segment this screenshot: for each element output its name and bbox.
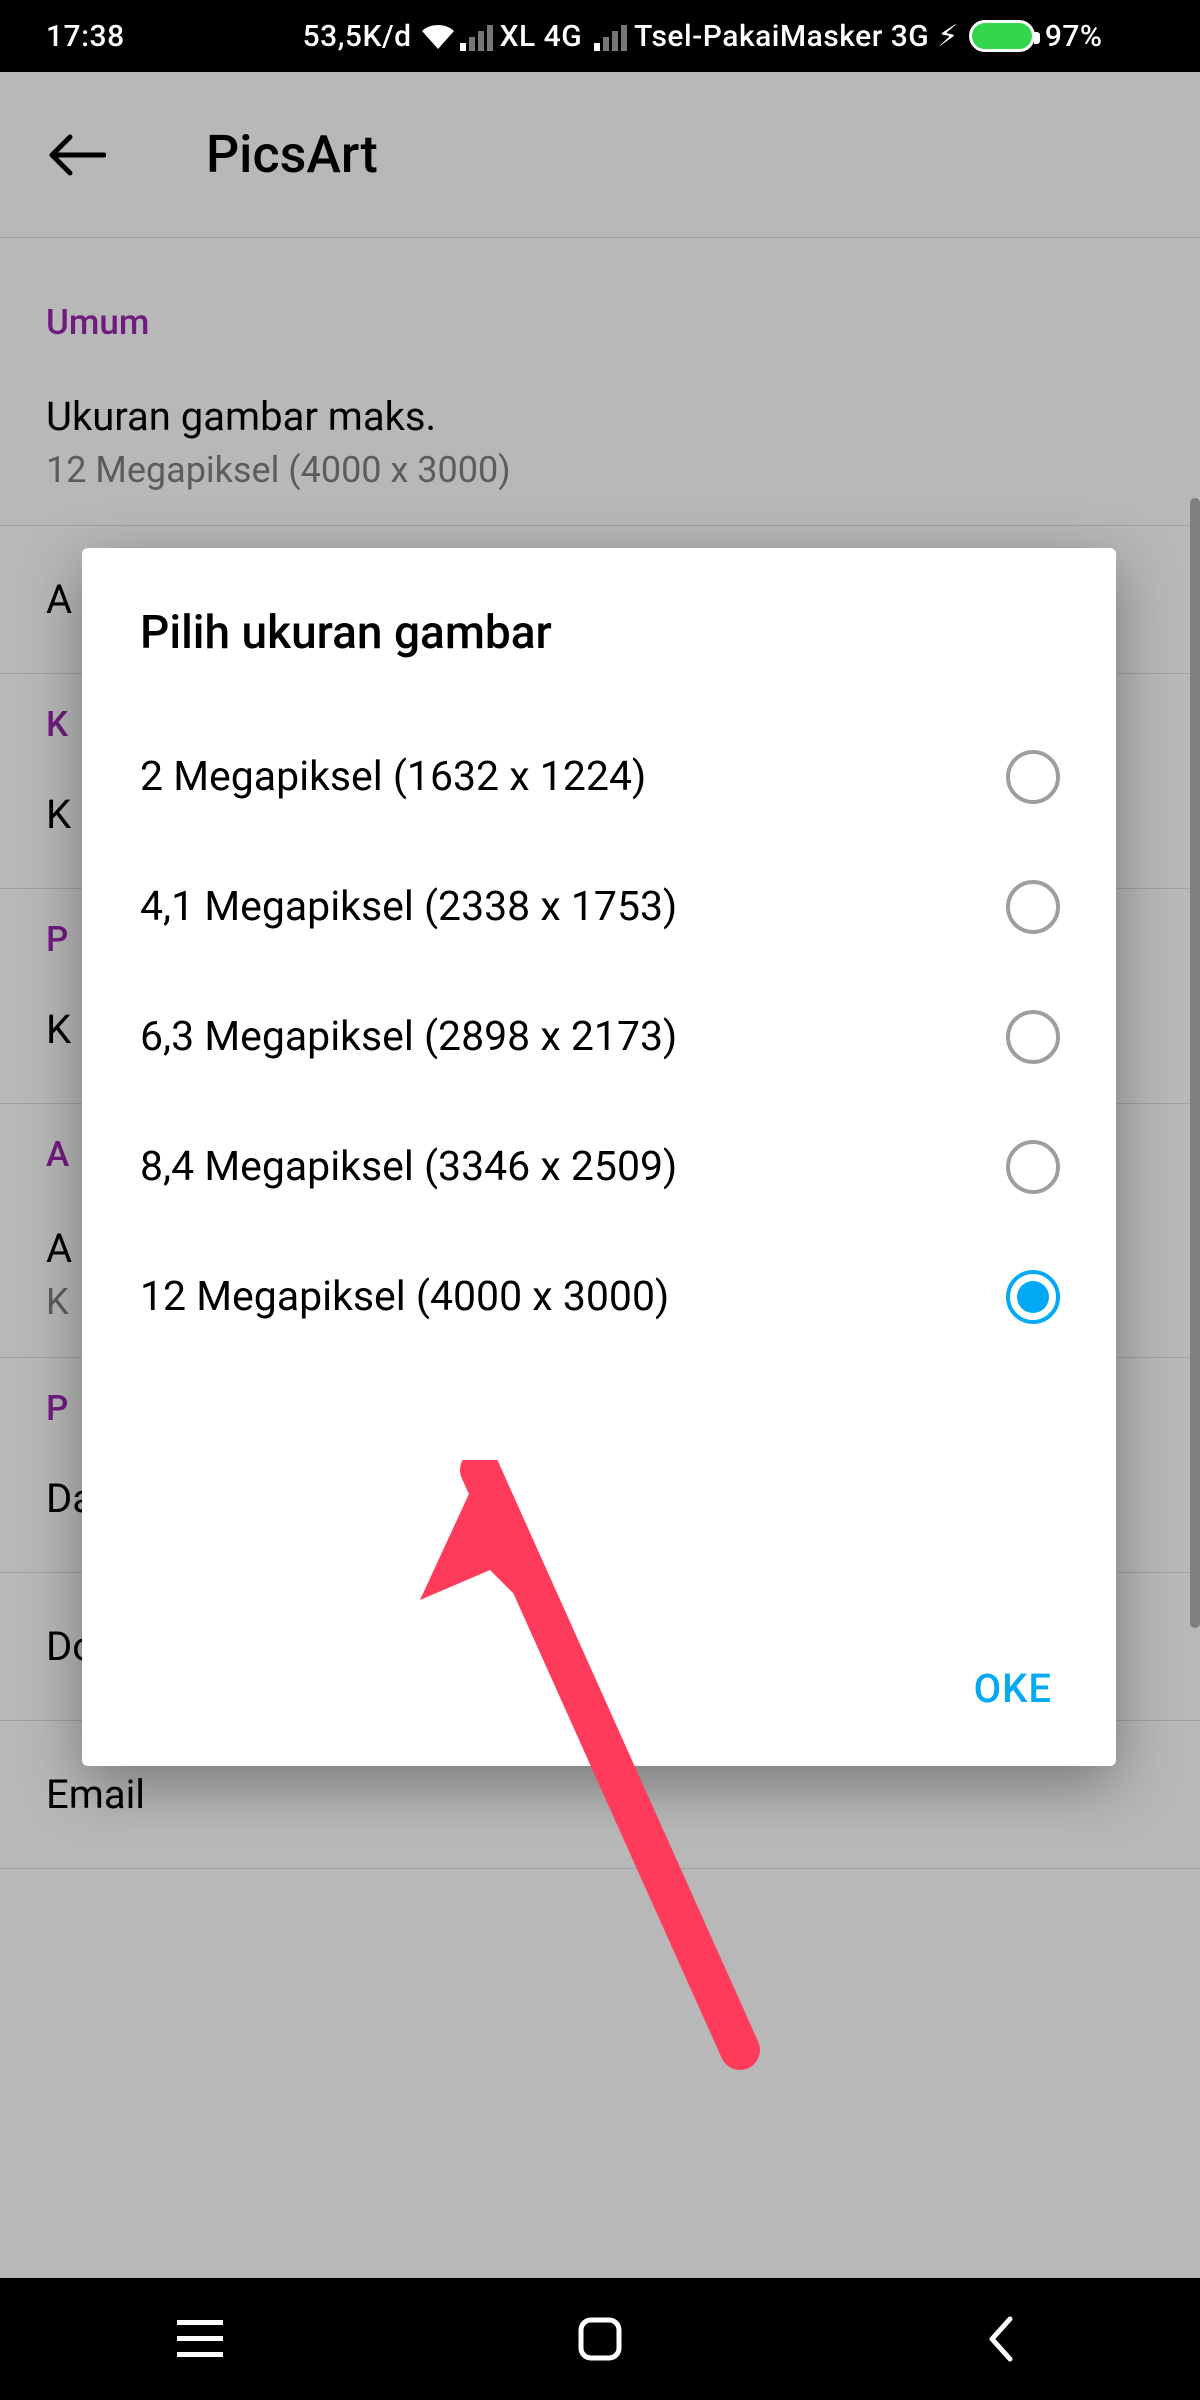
nav-recent-apps-button[interactable] bbox=[160, 2299, 240, 2379]
radio-button[interactable] bbox=[1006, 1140, 1060, 1194]
chevron-left-icon bbox=[984, 2315, 1016, 2363]
radio-button[interactable] bbox=[1006, 1010, 1060, 1064]
status-bar: 17:38 53,5K/d XL 4G Tsel-PakaiMasker 3G … bbox=[0, 0, 1200, 72]
status-carrier-1: XL 4G bbox=[500, 19, 583, 54]
dialog-options-list: 2 Megapiksel (1632 x 1224) 4,1 Megapikse… bbox=[82, 712, 1116, 1623]
option-label: 4,1 Megapiksel (2338 x 1753) bbox=[140, 883, 677, 931]
radio-button[interactable] bbox=[1006, 880, 1060, 934]
option-label: 2 Megapiksel (1632 x 1224) bbox=[140, 753, 646, 801]
option-2mp[interactable]: 2 Megapiksel (1632 x 1224) bbox=[82, 712, 1116, 842]
image-size-dialog: Pilih ukuran gambar 2 Megapiksel (1632 x… bbox=[82, 548, 1116, 1766]
status-battery-pct: 97% bbox=[1045, 19, 1103, 54]
option-6-3mp[interactable]: 6,3 Megapiksel (2898 x 2173) bbox=[82, 972, 1116, 1102]
signal-bars-1-icon bbox=[460, 21, 496, 51]
charging-icon: ⚡︎ bbox=[937, 19, 959, 54]
battery-icon bbox=[969, 20, 1035, 52]
status-carrier-2: Tsel-PakaiMasker 3G bbox=[634, 19, 929, 54]
radio-button-selected[interactable] bbox=[1006, 1270, 1060, 1324]
dialog-actions: OKE bbox=[82, 1623, 1116, 1766]
menu-icon bbox=[177, 2320, 223, 2358]
dialog-title: Pilih ukuran gambar bbox=[82, 606, 1116, 712]
status-data-rate: 53,5K/d bbox=[303, 19, 412, 54]
ok-button[interactable]: OKE bbox=[954, 1651, 1072, 1726]
status-time: 17:38 bbox=[46, 19, 125, 54]
option-4-1mp[interactable]: 4,1 Megapiksel (2338 x 1753) bbox=[82, 842, 1116, 972]
nav-back-button[interactable] bbox=[960, 2299, 1040, 2379]
wifi-icon bbox=[416, 19, 460, 53]
navigation-bar bbox=[0, 2278, 1200, 2400]
option-8-4mp[interactable]: 8,4 Megapiksel (3346 x 2509) bbox=[82, 1102, 1116, 1232]
option-label: 12 Megapiksel (4000 x 3000) bbox=[140, 1273, 669, 1321]
option-12mp[interactable]: 12 Megapiksel (4000 x 3000) bbox=[82, 1232, 1116, 1362]
home-icon bbox=[577, 2316, 623, 2362]
radio-button[interactable] bbox=[1006, 750, 1060, 804]
nav-home-button[interactable] bbox=[560, 2299, 640, 2379]
option-label: 8,4 Megapiksel (3346 x 2509) bbox=[140, 1143, 677, 1191]
signal-bars-2-icon bbox=[594, 21, 630, 51]
option-label: 6,3 Megapiksel (2898 x 2173) bbox=[140, 1013, 677, 1061]
